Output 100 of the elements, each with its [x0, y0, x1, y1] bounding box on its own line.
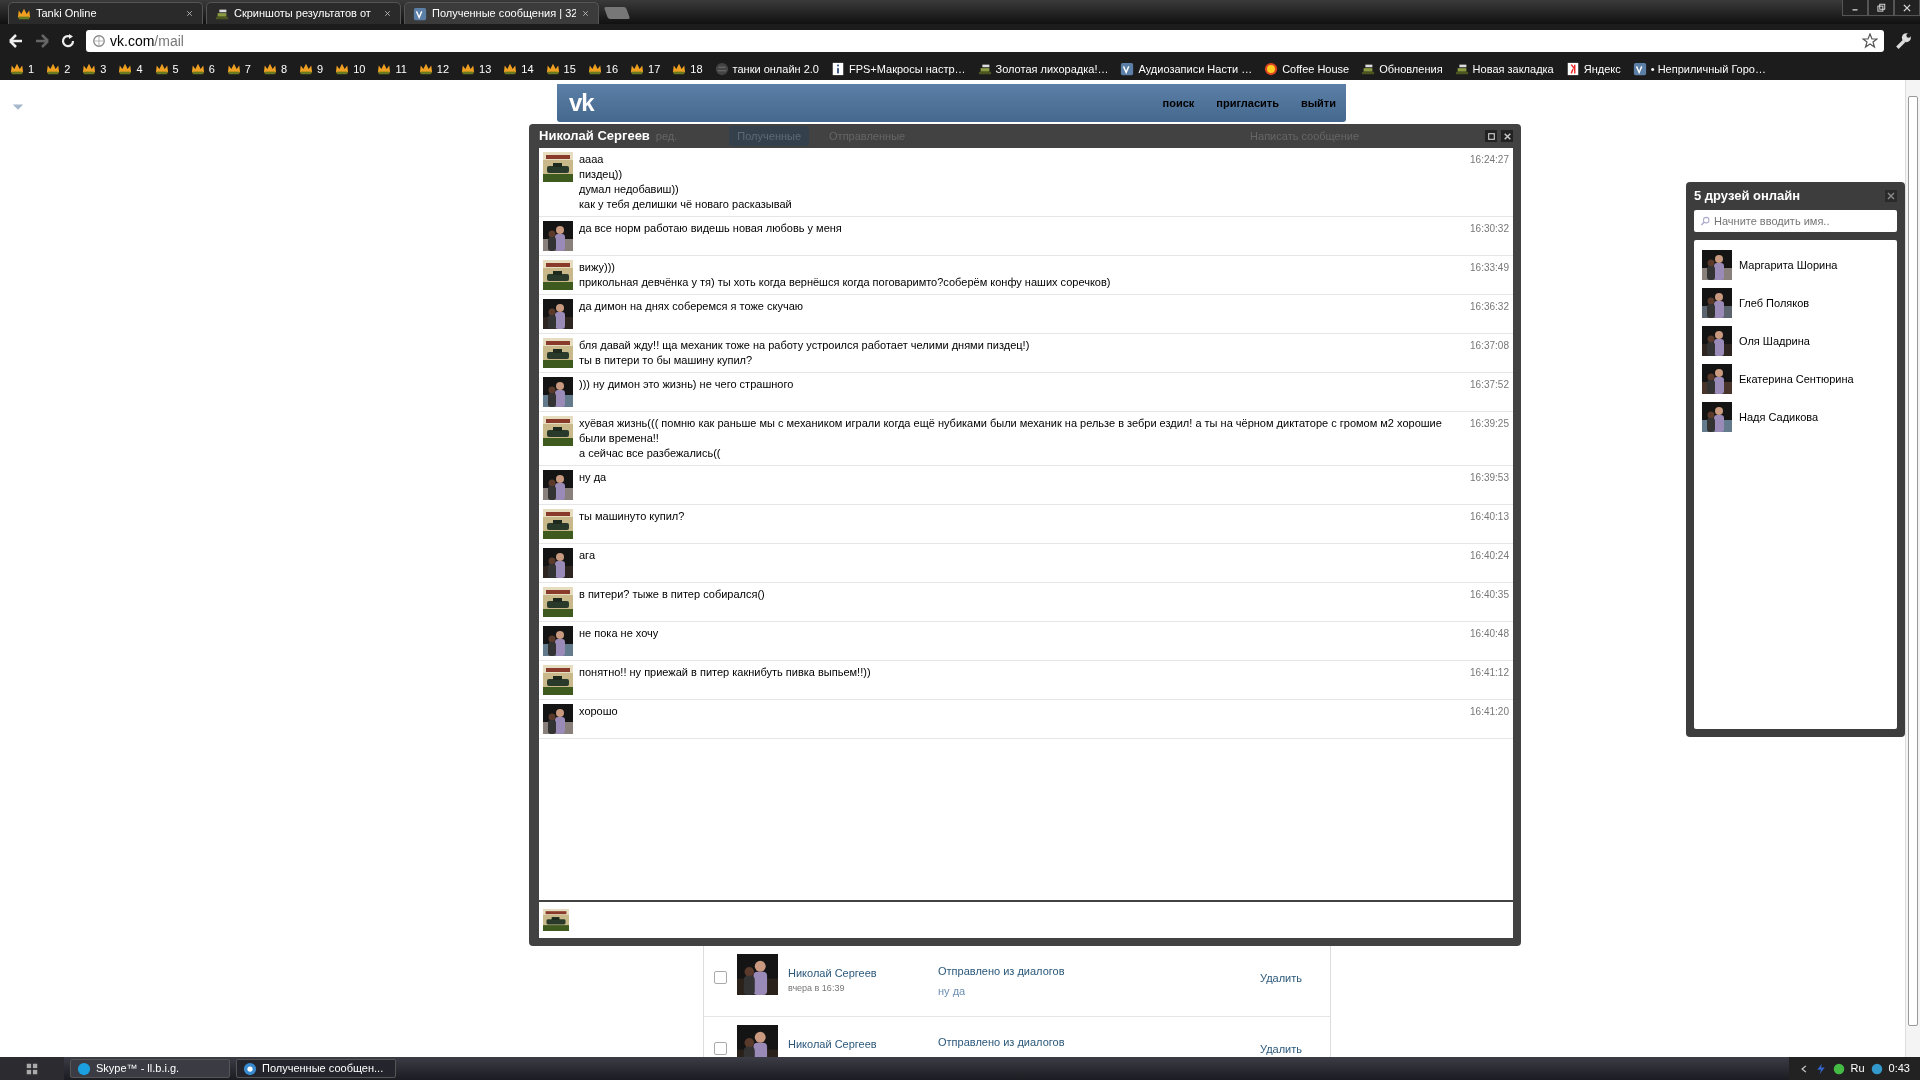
sender-link[interactable]: Николай Сергеев	[788, 1036, 928, 1053]
logo[interactable]: vk	[569, 85, 594, 121]
timestamp: 16:40:35	[1469, 588, 1509, 602]
bookmark-link[interactable]: танки онлайн 2.0	[732, 60, 819, 78]
bookmark-link[interactable]: 17	[648, 60, 661, 78]
crown-icon	[190, 62, 205, 76]
bookmark-link[interactable]: 6	[208, 60, 215, 78]
message-text: думал недобавиш))	[579, 182, 680, 197]
url-text: vk.com/mail	[110, 31, 184, 51]
lightning-icon[interactable]	[1814, 1062, 1827, 1075]
crown-icon	[461, 62, 476, 76]
timestamp: 16:40:13	[1469, 510, 1509, 524]
checkbox[interactable]	[714, 1042, 727, 1055]
globe-icon	[714, 62, 729, 76]
new-tab-button[interactable]	[603, 7, 631, 19]
skype-icon	[77, 1061, 91, 1076]
message-text: ну да	[579, 470, 608, 485]
message-text: ты машинуто купил?	[579, 509, 686, 524]
bookmark-link[interactable]: 18	[690, 60, 703, 78]
nav-link[interactable]: пригласить	[1216, 94, 1279, 112]
search-field[interactable]: Начните вводить имя..	[1694, 210, 1897, 232]
tank-icon	[977, 62, 992, 76]
message-input[interactable]	[539, 902, 1513, 938]
close-icon[interactable]	[1902, 2, 1912, 13]
sender-link[interactable]: Николай Сергеев	[788, 965, 928, 982]
bookmark-link[interactable]: Яндекс	[1583, 60, 1621, 78]
browser-tab[interactable]: Полученные сообщения | 32	[404, 2, 599, 24]
yandex-icon	[1565, 62, 1580, 76]
close-icon[interactable]	[383, 9, 392, 18]
bookmark-link[interactable]: Аудиозаписи Насти …	[1138, 60, 1253, 78]
address-field[interactable]: vk.com/mail	[86, 30, 1884, 52]
start-button[interactable]	[0, 1057, 64, 1080]
message-text: ты в питери то бы машину купил?	[579, 353, 754, 368]
message-text: как у тебя делишки чё новаго расказывай	[579, 197, 793, 212]
message-text: в питери? тыже в питер собирался()	[579, 587, 766, 602]
browser-tab[interactable]: Скриншоты результатов от	[206, 2, 401, 24]
delete-link[interactable]: Удалить	[1260, 954, 1320, 987]
timestamp: 16:24:27	[1469, 153, 1509, 167]
bookmark-link[interactable]: 14	[521, 60, 534, 78]
subject-link[interactable]: Отправлено из диалогов	[938, 963, 1250, 980]
bookmark-link[interactable]: 16	[605, 60, 619, 78]
checkbox[interactable]	[714, 971, 727, 984]
bookmark-link[interactable]: 8	[280, 60, 287, 78]
crown-icon	[10, 62, 24, 76]
nav-link[interactable]: поиск	[1162, 94, 1195, 112]
bookmark-link[interactable]: Золотая лихорадка!…	[995, 60, 1109, 78]
status-icon[interactable]	[1832, 1062, 1845, 1075]
message-text: ))) ну димон это жизнь) не чего страшного	[579, 377, 795, 392]
vk-icon	[1632, 62, 1647, 76]
close-icon[interactable]	[1502, 131, 1512, 141]
bookmark-link[interactable]: Обновления	[1379, 60, 1443, 78]
taskbar-button[interactable]: Полученные сообщен...	[236, 1059, 396, 1078]
bookmark-link[interactable]: Coffee House	[1282, 60, 1350, 78]
bookmark-link[interactable]: 15	[563, 60, 576, 78]
bookmark-link[interactable]: 3	[100, 60, 107, 78]
language-indicator[interactable]: Ru	[1850, 1060, 1865, 1077]
forward-icon[interactable]	[34, 33, 50, 49]
bookmark-link[interactable]: • Неприличный Горо…	[1650, 60, 1766, 78]
bookmark-link[interactable]: 10	[353, 60, 366, 78]
bookmark-link[interactable]: 2	[64, 60, 71, 78]
restore-icon[interactable]	[1876, 2, 1886, 13]
friend-link[interactable]: Оля Шадрина	[1739, 332, 1810, 350]
bookmark-link[interactable]: 13	[479, 60, 492, 78]
crown-icon	[377, 62, 392, 76]
bookmark-link[interactable]: Новая закладка	[1472, 60, 1554, 78]
bookmark-link[interactable]: 5	[172, 60, 179, 78]
subject-link[interactable]: Отправлено из диалогов	[938, 1034, 1250, 1051]
delete-link[interactable]: Удалить	[1260, 1025, 1320, 1057]
info-icon	[830, 62, 845, 76]
friend-link[interactable]: Глеб Поляков	[1739, 294, 1810, 312]
bookmark-link[interactable]: 9	[317, 60, 324, 78]
bookmark-link[interactable]: 1	[28, 60, 35, 78]
taskbar-button[interactable]: Skype™ - ll.b.i.g.	[70, 1059, 230, 1078]
wrench-icon[interactable]	[1894, 32, 1912, 50]
browser-tab[interactable]: Tanki Online	[8, 2, 203, 24]
close-icon[interactable]	[185, 9, 194, 18]
friend-link[interactable]: Маргарита Шорина	[1739, 256, 1838, 274]
bookmark-link[interactable]: 11	[395, 60, 407, 78]
nav-link[interactable]: выйти	[1300, 94, 1336, 112]
scrollbar[interactable]	[1905, 80, 1920, 1057]
back-icon[interactable]	[8, 33, 24, 49]
message-text: не пока не хочу	[579, 626, 660, 641]
tank-icon	[1454, 62, 1469, 76]
close-icon[interactable]	[581, 9, 590, 18]
bookmark-link[interactable]: 12	[436, 60, 450, 78]
maximize-icon[interactable]	[1486, 131, 1496, 141]
reload-icon[interactable]	[60, 33, 76, 49]
timestamp: 16:39:53	[1469, 471, 1509, 485]
message-text: прикольная девчёнка у тя) ты хоть когда вернёшся когда поговаримто?соберём конфу наших соречков)	[579, 275, 1112, 290]
crown-icon	[503, 62, 518, 76]
bookmark-link[interactable]: 7	[244, 60, 251, 78]
bookmark-link[interactable]: 4	[136, 60, 143, 78]
crown-icon	[672, 62, 687, 76]
vk-icon	[1120, 62, 1135, 76]
network-icon[interactable]	[1870, 1062, 1883, 1075]
bookmark-link[interactable]: FPS+Макросы настр…	[848, 60, 966, 78]
friend-link[interactable]: Екатерина Сентюрина	[1739, 370, 1854, 388]
star-icon[interactable]	[1862, 33, 1878, 49]
friend-link[interactable]: Надя Садикова	[1739, 408, 1819, 426]
date-text: вчера в 16:39	[788, 981, 846, 995]
